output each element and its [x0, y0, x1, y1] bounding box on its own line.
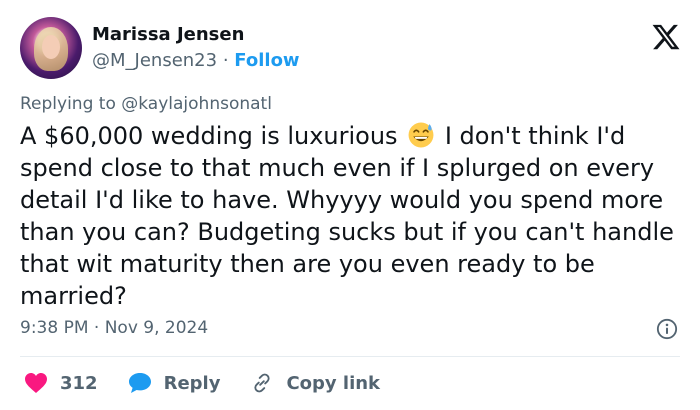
tweet-text-part1: A $60,000 wedding is luxurious [20, 122, 398, 150]
separator-dot: · [222, 50, 229, 71]
author-name[interactable]: Marissa Jensen [92, 24, 244, 45]
action-bar: 312 Reply Copy link [24, 370, 410, 396]
reply-button[interactable]: Reply [128, 372, 221, 394]
author-avatar[interactable] [20, 17, 82, 79]
heart-icon [25, 373, 47, 393]
replying-mention-link[interactable]: @kaylajohnsonatl [121, 94, 272, 114]
tweet-text-part2: I don't think I'd spend close to that mu… [20, 122, 674, 310]
divider [20, 356, 680, 357]
follow-button[interactable]: Follow [234, 50, 299, 71]
like-count: 312 [60, 372, 98, 394]
replying-prefix: Replying to [20, 94, 116, 114]
copy-link-button[interactable]: Copy link [250, 372, 380, 394]
x-logo-icon[interactable] [650, 22, 682, 52]
tweet-text: A $60,000 wedding is luxurious I don't t… [20, 120, 690, 312]
like-button[interactable]: 312 [24, 372, 98, 394]
tweet-timestamp[interactable]: 9:38 PM · Nov 9, 2024 [20, 318, 208, 338]
avatar-face [42, 35, 60, 59]
copy-link-label: Copy link [286, 372, 381, 394]
author-handle[interactable]: @M_Jensen23 [92, 50, 217, 71]
info-icon[interactable] [656, 318, 678, 340]
reply-bubble-icon [128, 373, 151, 393]
handle-row: @M_Jensen23 · Follow [92, 50, 300, 71]
grinning-face-with-sweat-icon [408, 122, 434, 148]
link-icon [254, 373, 271, 393]
replying-to-line: Replying to @kaylajohnsonatl [20, 94, 272, 114]
reply-label: Reply [163, 372, 221, 394]
